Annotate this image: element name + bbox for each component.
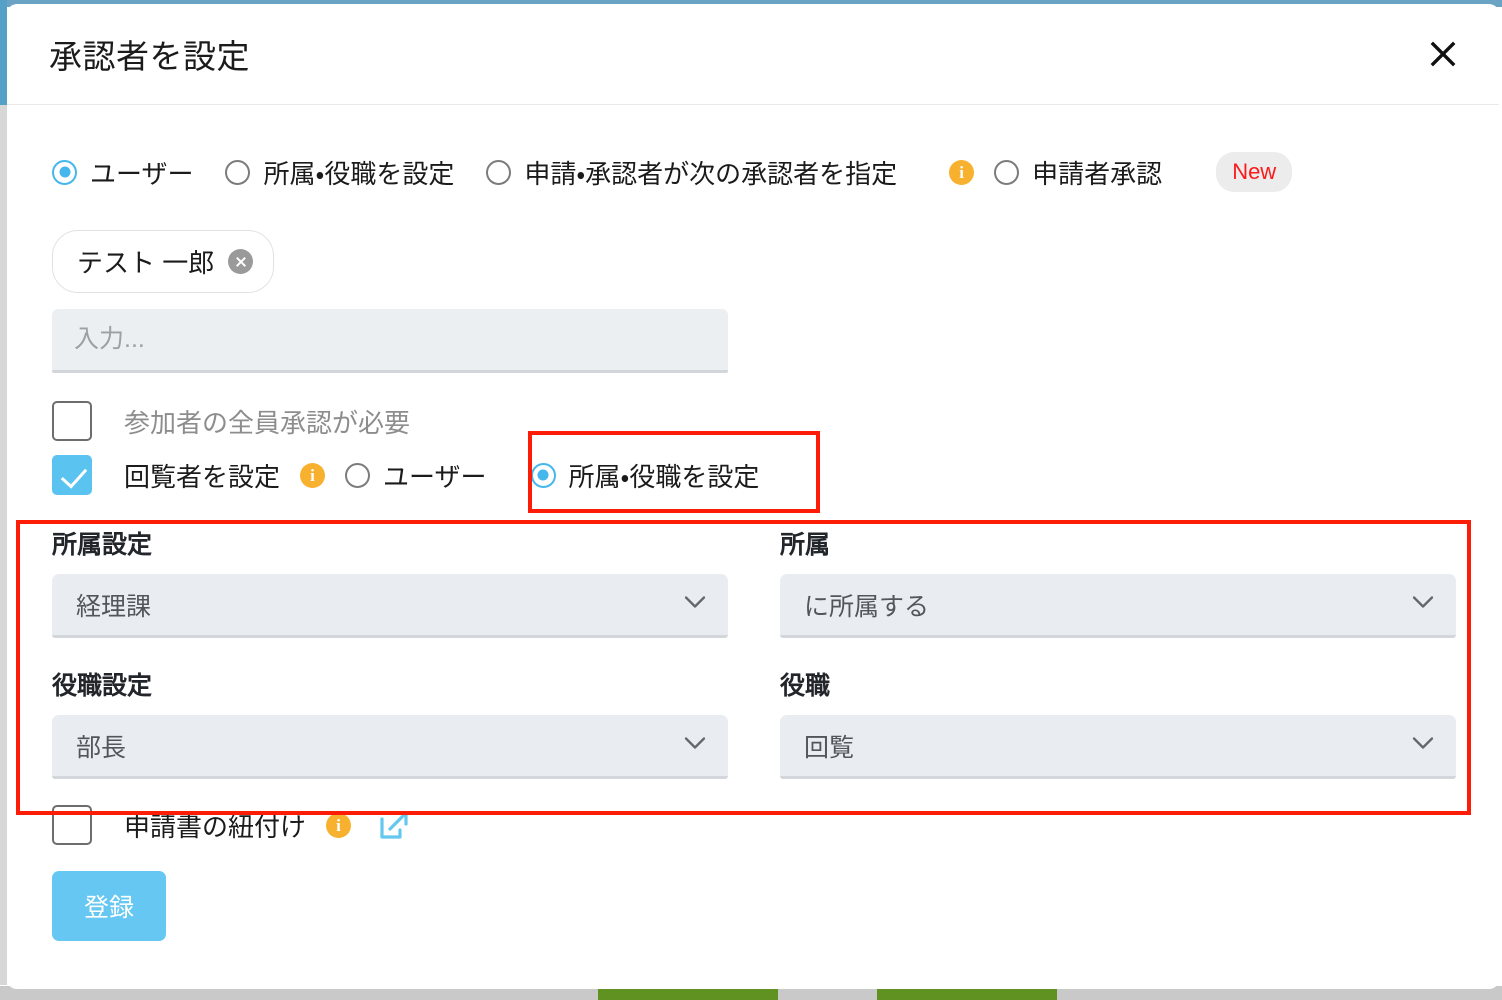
radio-indicator-circulator-affiliation <box>530 462 556 488</box>
select-value-affiliation: に所属する <box>804 592 930 621</box>
select-position[interactable]: 回覧 <box>780 715 1456 779</box>
user-chip[interactable]: テスト 一郎 <box>52 230 275 293</box>
checkbox-link-application[interactable] <box>52 805 92 845</box>
info-icon-next-approver[interactable]: i <box>949 159 975 185</box>
left-rail <box>0 105 7 985</box>
checkbox-all-approve[interactable] <box>52 401 92 441</box>
select-value-affiliation-setting: 経理課 <box>76 592 152 621</box>
user-chip-label: テスト 一郎 <box>77 248 215 278</box>
radio-option-applicant-approval[interactable]: 申請者承認 <box>994 154 1162 191</box>
select-affiliation-setting[interactable]: 経理課 <box>52 574 728 638</box>
radio-indicator-applicant-approval <box>994 159 1020 185</box>
label-link-application: 申請書の紐付け <box>124 811 307 842</box>
status-badge-new: New <box>1216 152 1293 192</box>
field-position: 役職 回覧 <box>780 638 1456 779</box>
checkbox-set-circulator[interactable] <box>52 455 92 495</box>
close-icon <box>1428 39 1458 69</box>
label-affiliation: 所属 <box>780 531 831 559</box>
chevron-down-icon <box>1412 736 1434 755</box>
close-circle-icon[interactable] <box>228 249 254 274</box>
dialog-header: 承認者を設定 <box>7 4 1499 105</box>
all-approve-row: 参加者の全員承認が必要 <box>52 401 1499 441</box>
select-value-position-setting: 部長 <box>76 733 127 762</box>
radio-label-circulator-affiliation: 所属・役職を設定 <box>568 461 760 492</box>
chevron-down-icon <box>1412 595 1434 614</box>
close-button[interactable] <box>1423 34 1463 74</box>
radio-option-circulator-user[interactable]: ユーザー <box>345 457 487 494</box>
chevron-down-icon <box>684 736 706 755</box>
radio-option-circulator-affiliation[interactable]: 所属・役職を設定 <box>530 457 760 494</box>
user-search-input[interactable] <box>52 309 728 373</box>
dialog-body: ユーザー 所属・役職を設定 申請・承認者が次の承認者を指定 i 申請者承認 Ne… <box>7 152 1499 941</box>
radio-label-affiliation-position: 所属・役職を設定 <box>263 158 455 189</box>
label-position: 役職 <box>780 672 831 700</box>
link-application-row: 申請書の紐付け i <box>52 805 1499 845</box>
approver-type-radio-group: ユーザー 所属・役職を設定 申請・承認者が次の承認者を指定 i 申請者承認 Ne… <box>52 152 1499 192</box>
radio-label-next-approver: 申請・承認者が次の承認者を指定 <box>524 158 898 189</box>
radio-indicator-user <box>52 159 77 185</box>
radio-option-user[interactable]: ユーザー <box>52 154 193 191</box>
chevron-down-icon <box>684 595 706 614</box>
field-affiliation-setting: 所属設定 経理課 <box>52 525 728 638</box>
set-approver-dialog: 承認者を設定 ユーザー 所属・役職を設定 申請・承認者が次の承認者を指定 i 申… <box>7 4 1499 989</box>
field-position-setting: 役職設定 部長 <box>52 638 728 779</box>
selected-users-area: テスト 一郎 <box>52 230 1499 293</box>
label-affiliation-setting: 所属設定 <box>52 531 153 559</box>
label-set-circulator: 回覧者を設定 <box>124 461 281 492</box>
radio-option-affiliation-position[interactable]: 所属・役職を設定 <box>225 154 454 191</box>
radio-indicator-affiliation-position <box>225 159 251 185</box>
select-value-position: 回覧 <box>804 733 855 762</box>
radio-indicator-next-approver <box>486 159 512 185</box>
register-button[interactable]: 登録 <box>52 871 167 941</box>
label-all-approve: 参加者の全員承認が必要 <box>124 407 411 438</box>
label-position-setting: 役職設定 <box>52 672 153 700</box>
select-affiliation[interactable]: に所属する <box>780 574 1456 638</box>
info-icon-circulator[interactable]: i <box>300 462 326 488</box>
radio-label-user: ユーザー <box>90 158 194 189</box>
field-affiliation: 所属 に所属する <box>780 525 1456 638</box>
radio-option-next-approver[interactable]: 申請・承認者が次の承認者を指定 <box>486 154 897 191</box>
affiliation-position-fields: 所属設定 経理課 所属 に所属する 役職設定 部長 役職 回覧 <box>52 525 1499 779</box>
circulator-row: 回覧者を設定 i ユーザー 所属・役職を設定 <box>52 455 1499 495</box>
page-title: 承認者を設定 <box>49 38 250 75</box>
left-accent-bar <box>0 0 7 105</box>
external-link-icon[interactable] <box>377 808 411 842</box>
info-icon-link-application[interactable]: i <box>326 812 352 838</box>
radio-indicator-circulator-user <box>345 462 371 488</box>
radio-label-applicant-approval: 申請者承認 <box>1032 158 1163 189</box>
radio-label-circulator-user: ユーザー <box>383 461 487 492</box>
select-position-setting[interactable]: 部長 <box>52 715 728 779</box>
